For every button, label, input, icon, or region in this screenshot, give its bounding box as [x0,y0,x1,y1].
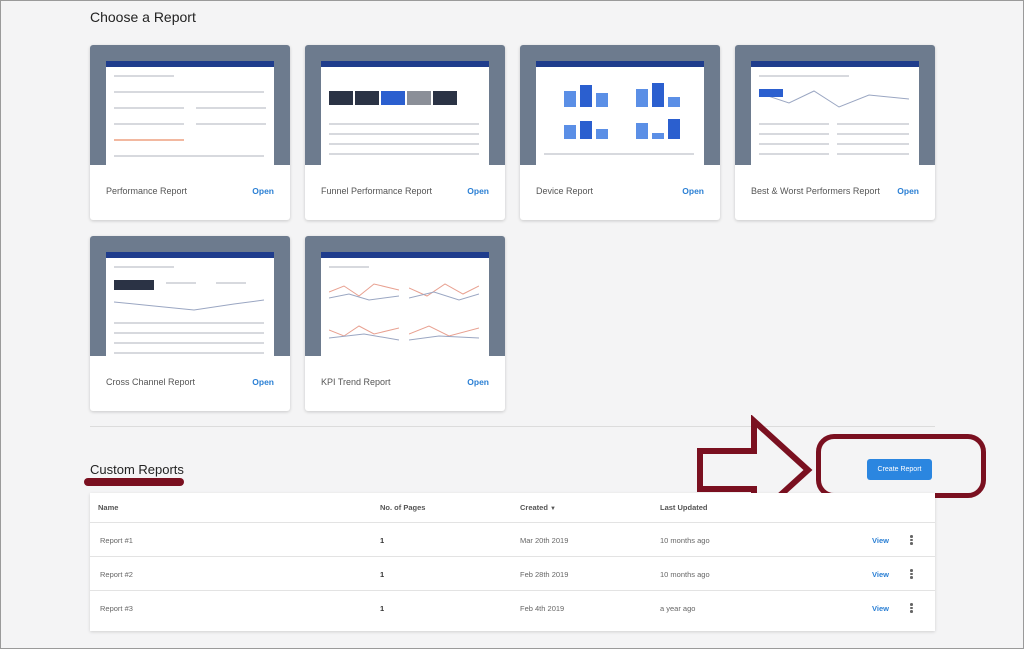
report-card-label: Funnel Performance Report [321,186,433,196]
open-button[interactable]: Open [467,186,489,196]
report-name: Report #2 [100,570,133,579]
last-updated: 10 months ago [660,570,710,579]
report-card-funnel[interactable]: Funnel Performance Report Open [305,45,505,220]
report-thumbnail [90,236,290,356]
page-count: 1 [380,604,385,613]
report-card-label: KPI Trend Report [321,377,391,387]
report-name: Report #1 [100,536,133,545]
report-card-label: Cross Channel Report [106,377,196,387]
open-button[interactable]: Open [467,377,489,387]
view-link[interactable]: View [872,536,889,545]
page-count: 1 [380,570,385,579]
report-card-cross-channel[interactable]: Cross Channel Report Open [90,236,290,411]
more-options-icon[interactable] [910,602,914,614]
column-header-updated[interactable]: Last Updated [660,503,708,512]
custom-reports-table: Name No. of Pages Created ▼ Last Updated… [90,493,935,631]
column-header-created-label: Created [520,503,548,512]
created-date: Feb 4th 2019 [520,604,565,613]
last-updated: a year ago [660,604,696,613]
table-row: Report #1 1 Mar 20th 2019 10 months ago … [90,522,935,556]
open-button[interactable]: Open [682,186,704,196]
caret-down-icon: ▼ [550,506,556,512]
created-date: Mar 20th 2019 [520,536,569,545]
column-header-pages[interactable]: No. of Pages [380,503,425,512]
report-card-performance[interactable]: Performance Report Open [90,45,290,220]
view-link[interactable]: View [872,570,889,579]
report-card-label: Device Report [536,186,594,196]
created-date: Feb 28th 2019 [520,570,569,579]
open-button[interactable]: Open [252,377,274,387]
choose-report-title: Choose a Report [90,9,196,25]
column-header-created[interactable]: Created ▼ [520,503,556,512]
last-updated: 10 months ago [660,536,710,545]
open-button[interactable]: Open [252,186,274,196]
annotation-underline [84,478,184,486]
report-thumbnail [305,45,505,165]
table-row: Report #2 1 Feb 28th 2019 10 months ago … [90,556,935,590]
table-row: Report #3 1 Feb 4th 2019 a year ago View [90,590,935,624]
custom-reports-title: Custom Reports [90,462,184,477]
open-button[interactable]: Open [897,186,919,196]
report-name: Report #3 [100,604,133,613]
page-count: 1 [380,536,385,545]
report-card-device[interactable]: Device Report Open [520,45,720,220]
report-card-kpi-trend[interactable]: KPI Trend Report Open [305,236,505,411]
report-card-label: Best & Worst Performers Report [751,186,880,196]
view-link[interactable]: View [872,604,889,613]
create-report-button[interactable]: Create Report [867,459,932,480]
report-thumbnail [520,45,720,165]
more-options-icon[interactable] [910,534,914,546]
report-card-label: Performance Report [106,186,188,196]
report-thumbnail [90,45,290,165]
column-header-name[interactable]: Name [98,503,118,512]
report-thumbnail [735,45,935,165]
report-thumbnail [305,236,505,356]
more-options-icon[interactable] [910,568,914,580]
report-card-best-worst[interactable]: Best & Worst Performers Report Open [735,45,935,220]
